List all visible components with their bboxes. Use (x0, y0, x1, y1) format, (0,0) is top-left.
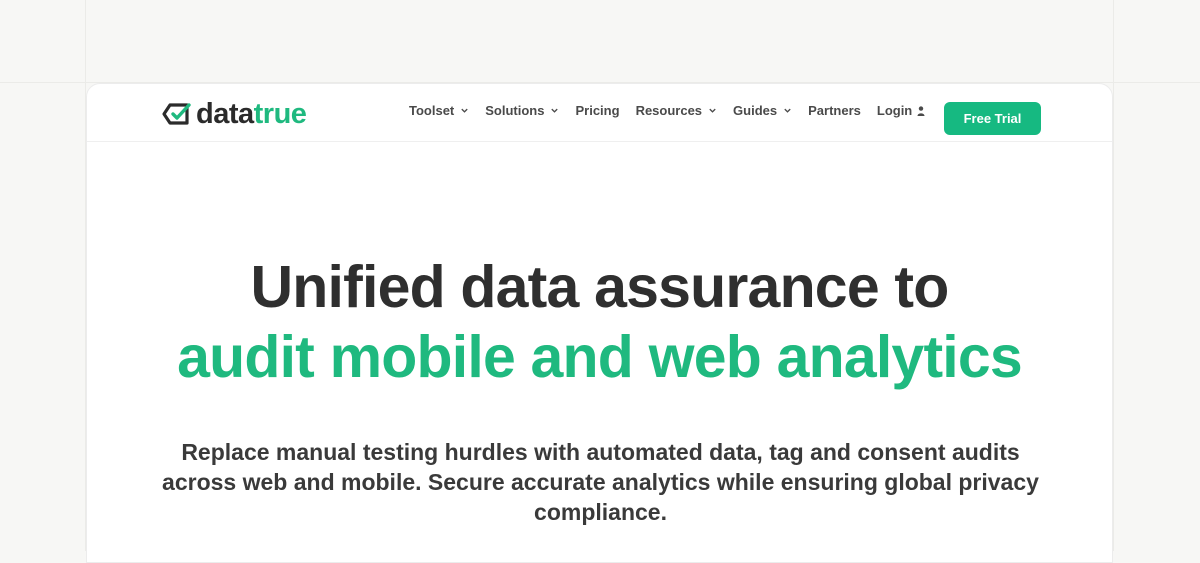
chevron-down-icon (784, 108, 791, 113)
logo-text-accent: true (253, 97, 307, 130)
chevron-down-icon (709, 108, 716, 113)
logo-text-main: data (196, 97, 254, 130)
logo-link[interactable]: datatrue (162, 97, 307, 130)
nav-item-solutions[interactable]: Solutions (485, 103, 559, 118)
hero-subtitle: Replace manual testing hurdles with auto… (162, 439, 1039, 525)
nav-item-resources[interactable]: Resources (636, 103, 717, 118)
nav-item-label: Partners (808, 103, 861, 118)
login-link[interactable]: Login (877, 103, 925, 118)
logo-wordmark: datatrue (196, 97, 307, 130)
nav-links: Toolset Solutions Pricing Resources Guid… (409, 103, 941, 118)
chevron-down-icon (551, 108, 559, 113)
nav-item-label: Guides (733, 103, 778, 118)
hero-title-line-2: audit mobile and web analytics (177, 324, 1023, 390)
chevron-down-icon (461, 108, 468, 113)
top-navigation: datatrue Toolset Solutions Pricing Resou… (87, 84, 1112, 142)
free-trial-button[interactable]: Free Trial (944, 102, 1041, 135)
nav-item-partners[interactable]: Partners (808, 103, 861, 118)
hero-title-line-1: Unified data assurance to (250, 254, 949, 320)
nav-item-pricing[interactable]: Pricing (575, 103, 619, 118)
frame-divider-right (1113, 0, 1114, 551)
page-card: datatrue Toolset Solutions Pricing Resou… (86, 83, 1113, 563)
checkbox-logo-icon (162, 103, 191, 125)
nav-item-label: Toolset (409, 103, 455, 118)
login-label: Login (876, 103, 913, 118)
nav-item-label: Solutions (485, 103, 545, 118)
nav-item-label: Pricing (575, 103, 620, 118)
nav-item-guides[interactable]: Guides (733, 103, 792, 118)
nav-item-label: Resources (635, 103, 703, 118)
nav-item-toolset[interactable]: Toolset (409, 103, 469, 118)
user-icon (917, 105, 925, 116)
